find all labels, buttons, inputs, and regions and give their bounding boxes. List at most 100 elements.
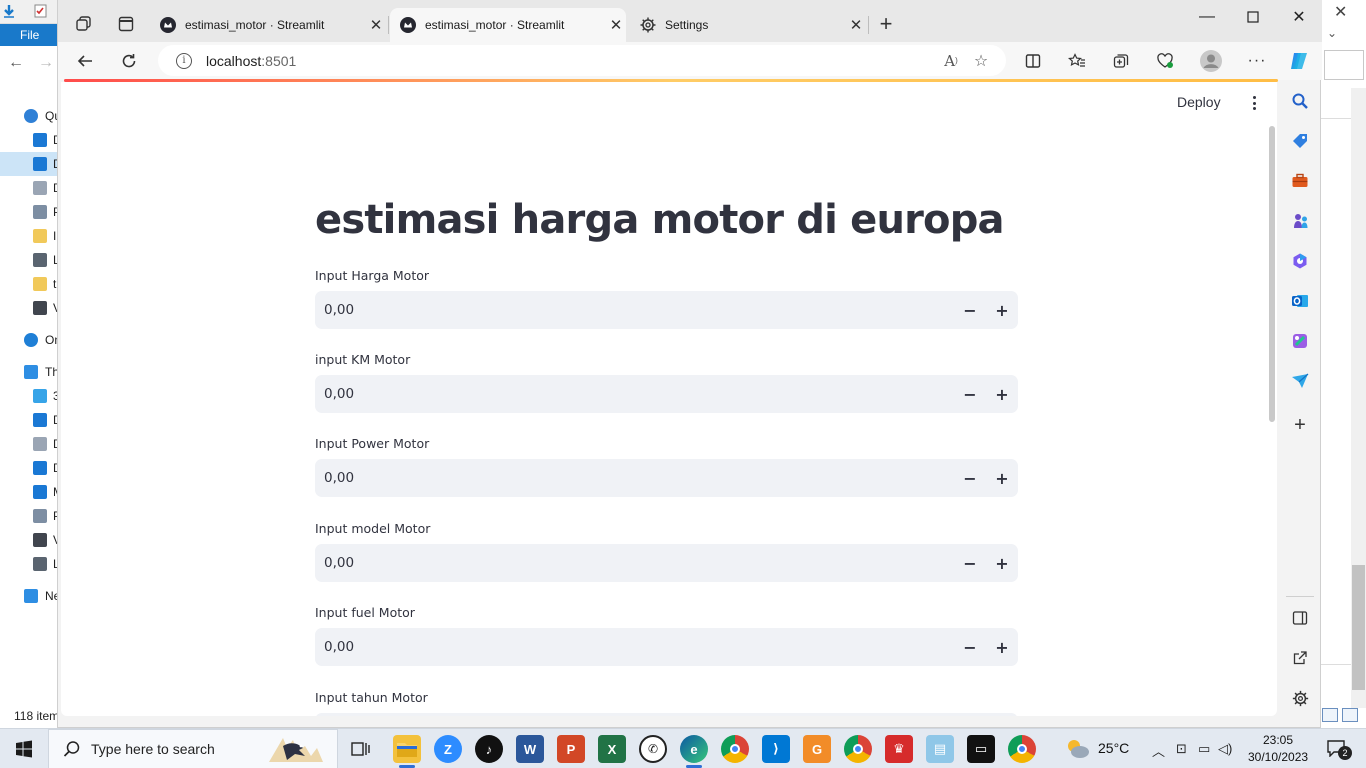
close-tab-icon[interactable]: ✕ [846, 16, 866, 34]
show-hidden-icons-chevron-icon[interactable]: ︿ [1152, 741, 1165, 760]
vscode-icon[interactable]: ⟩ [762, 735, 790, 763]
tab-streamlit-2[interactable]: estimasi_motor · Streamlit ✕ [390, 8, 626, 42]
notification-center-button[interactable]: 2 [1326, 739, 1352, 760]
number-input-box[interactable] [315, 713, 1018, 716]
weather-temperature[interactable]: 25°C [1098, 740, 1129, 756]
chrome-profile-icon[interactable] [844, 735, 872, 763]
search-icon[interactable] [1289, 90, 1311, 112]
games-chess-icon[interactable] [1289, 210, 1311, 232]
taskbar-search-box[interactable]: Type here to search [48, 729, 338, 768]
download-arrow-icon[interactable] [2, 4, 16, 18]
input-value[interactable]: 0,00 [315, 386, 954, 402]
tools-briefcase-icon[interactable] [1289, 170, 1311, 192]
volume-icon[interactable]: ◁) [1218, 741, 1232, 757]
back-button[interactable] [70, 47, 100, 75]
properties-icon[interactable] [34, 4, 48, 18]
nav-tree-item[interactable]: Ne [0, 584, 57, 608]
battery-icon[interactable]: ▭ [1198, 741, 1210, 757]
minimize-button[interactable]: — [1184, 4, 1230, 30]
decrement-button[interactable]: − [954, 375, 986, 413]
nav-tree-item[interactable]: D [0, 176, 57, 200]
sidebar-settings-icon[interactable] [1289, 687, 1311, 709]
more-options-icon[interactable]: ··· [1242, 47, 1272, 75]
crown-app-icon[interactable]: ♛ [885, 735, 913, 763]
terminal-icon[interactable]: ▭ [967, 735, 995, 763]
number-input-box[interactable]: 0,00 − + [315, 459, 1018, 497]
nav-tree-item[interactable]: Th [0, 360, 57, 384]
number-input-box[interactable]: 0,00 − + [315, 375, 1018, 413]
tab-streamlit-1[interactable]: estimasi_motor · Streamlit ✕ [150, 8, 386, 42]
nav-tree-item[interactable]: D [0, 432, 57, 456]
details-view-icon[interactable] [1322, 708, 1338, 722]
new-tab-button[interactable]: + [872, 12, 900, 36]
forward-arrow-icon[interactable]: → [38, 54, 54, 71]
input-value[interactable]: 0,00 [315, 639, 954, 655]
send-drop-icon[interactable] [1289, 370, 1311, 392]
nav-tree-item[interactable]: 3 [0, 384, 57, 408]
increment-button[interactable]: + [986, 375, 1018, 413]
nav-tree-item[interactable]: D [0, 152, 57, 176]
shopping-tag-icon[interactable] [1289, 130, 1311, 152]
nav-tree-item[interactable]: L [0, 248, 57, 272]
number-input-box[interactable]: 0,00 − + [315, 291, 1018, 329]
close-tab-icon[interactable]: ✕ [366, 16, 386, 34]
increment-button[interactable]: + [986, 459, 1018, 497]
decrement-button[interactable]: − [954, 628, 986, 666]
large-icons-view-icon[interactable] [1342, 708, 1358, 722]
address-bar[interactable]: i localhost:8501 A) ☆ [158, 45, 1006, 76]
browser-essentials-icon[interactable] [1150, 47, 1180, 75]
refresh-button[interactable] [114, 47, 144, 75]
favorites-icon[interactable] [1062, 47, 1092, 75]
edge-taskbar-icon[interactable]: e [680, 735, 708, 763]
tab-settings[interactable]: Settings ✕ [630, 8, 866, 42]
decrement-button[interactable]: − [954, 544, 986, 582]
excel-icon[interactable]: X [598, 735, 626, 763]
powerpoint-icon[interactable]: P [557, 735, 585, 763]
open-external-icon[interactable] [1289, 647, 1311, 669]
outlook-icon[interactable] [1289, 290, 1311, 312]
task-view-icon[interactable] [346, 735, 374, 763]
maximize-button[interactable] [1230, 4, 1276, 30]
chrome-icon[interactable] [721, 735, 749, 763]
deploy-button[interactable]: Deploy [1177, 94, 1221, 110]
word-icon[interactable]: W [516, 735, 544, 763]
page-scrollbar-thumb[interactable] [1269, 126, 1275, 422]
site-info-icon[interactable]: i [176, 52, 192, 69]
streamlit-main-menu-icon[interactable] [1247, 94, 1261, 112]
split-screen-icon[interactable] [1018, 47, 1048, 75]
designer-icon[interactable] [1289, 330, 1311, 352]
view-mode-buttons[interactable] [1322, 708, 1366, 726]
collections-icon[interactable] [1106, 47, 1136, 75]
nav-tree-item[interactable]: V [0, 296, 57, 320]
file-menu-button[interactable]: File [0, 24, 57, 46]
input-value[interactable]: 0,00 [315, 470, 954, 486]
ribbon-expand-chevron-icon[interactable]: ⌄ [1327, 26, 1337, 40]
profile-avatar[interactable] [1196, 47, 1226, 75]
decrement-button[interactable]: − [954, 291, 986, 329]
input-value[interactable]: 0,00 [315, 302, 954, 318]
increment-button[interactable]: + [986, 291, 1018, 329]
number-input-box[interactable]: 0,00 − + [315, 544, 1018, 582]
hide-sidebar-icon[interactable] [1289, 607, 1311, 629]
nav-tree-item[interactable]: I [0, 224, 57, 248]
whatsapp-icon[interactable]: ✆ [639, 735, 667, 763]
notes-app-icon[interactable]: ▤ [926, 735, 954, 763]
explorer-scrollbar-thumb[interactable] [1352, 565, 1365, 690]
read-aloud-icon[interactable]: A) [936, 46, 966, 76]
explorer-search-box[interactable] [1324, 50, 1364, 80]
increment-button[interactable]: + [986, 628, 1018, 666]
nav-tree-item[interactable]: P [0, 504, 57, 528]
number-input-box[interactable]: 0,00 − + [315, 628, 1018, 666]
url-text[interactable]: localhost:8501 [206, 53, 936, 69]
zoom-icon[interactable]: Z [434, 735, 462, 763]
tiktok-icon[interactable]: ♪ [475, 735, 503, 763]
meet-now-icon[interactable]: ⊡ [1176, 741, 1187, 757]
nav-tree-item[interactable]: t [0, 272, 57, 296]
add-sidebar-app-icon[interactable]: + [1289, 414, 1311, 436]
input-value[interactable]: 0,00 [315, 555, 954, 571]
nav-tree-item[interactable]: D [0, 128, 57, 152]
nav-tree-item[interactable]: On [0, 328, 57, 352]
file-explorer-taskbar-icon[interactable] [393, 735, 421, 763]
tab-actions-icon[interactable] [110, 8, 142, 40]
nav-tree-item[interactable]: L [0, 552, 57, 576]
